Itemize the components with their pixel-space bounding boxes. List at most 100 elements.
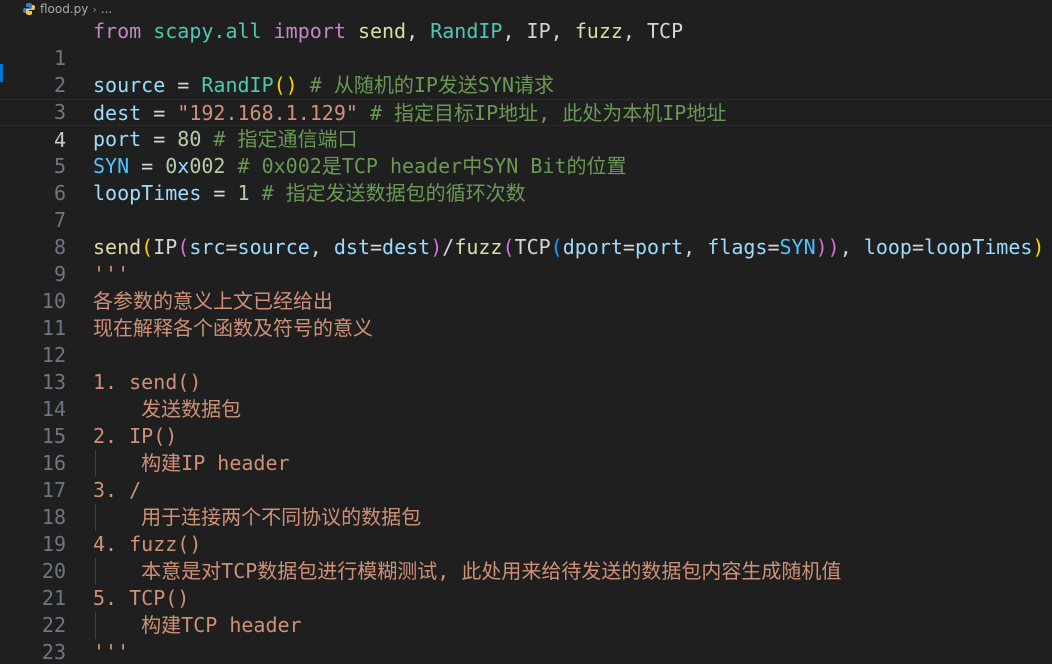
code-line-15[interactable]: 15 发送数据包: [0, 396, 1052, 477]
token-keyword: import: [273, 19, 346, 43]
token-comment: # 0x002是TCP header中SYN Bit的位置: [225, 154, 627, 178]
token-class: IP: [526, 19, 551, 43]
code-line-10[interactable]: 10 ''': [0, 261, 1052, 313]
token-comment: # 指定目标IP地址, 此处为本机IP地址: [357, 101, 727, 125]
chevron-right-icon: ›: [92, 2, 97, 16]
line-content: 用于连接两个不同协议的数据包: [93, 505, 422, 529]
code-editor[interactable]: 1 from scapy.all import send, RandIP, IP…: [0, 18, 1052, 664]
line-content: source = RandIP() # 从随机的IP发送SYN请求: [93, 72, 554, 99]
token-operator: =: [141, 127, 178, 151]
code-line-8[interactable]: 8: [0, 207, 1052, 259]
token-number: 80: [177, 127, 202, 151]
token-param: flags: [707, 235, 768, 259]
code-line-14[interactable]: 14 1. send(): [0, 369, 1052, 421]
token-bracket: (): [273, 73, 298, 97]
token-comment: # 指定发送数据包的循环次数: [249, 181, 526, 205]
line-content: 4. fuzz(): [93, 532, 202, 556]
token-operator: =: [767, 235, 780, 259]
line-content: 5. TCP(): [93, 586, 190, 610]
token-variable: dest: [93, 101, 142, 125]
token-number: 1: [237, 181, 250, 205]
code-line-24[interactable]: 24 ''': [0, 639, 1052, 664]
token-punct: ,: [683, 235, 708, 259]
token-number: 002: [189, 154, 226, 178]
token-param: dport: [562, 235, 623, 259]
code-line-23[interactable]: 23 构建TCP header: [0, 612, 1052, 664]
token-operator: =: [622, 235, 635, 259]
token-bracket: ): [430, 235, 443, 259]
code-line-12[interactable]: 12 现在解释各个函数及符号的意义: [0, 315, 1052, 367]
line-content: 发送数据包: [93, 397, 242, 421]
line-content: dest = "192.168.1.129" # 指定目标IP地址, 此处为本机…: [93, 100, 726, 127]
line-content: send(IP(src=source, dst=dest)/fuzz(TCP(d…: [93, 234, 1044, 261]
line-content: from scapy.all import send, RandIP, IP, …: [93, 18, 683, 45]
token-variable: dest: [382, 235, 431, 259]
token-class: RandIP: [430, 19, 503, 43]
token-operator: =: [225, 235, 238, 259]
line-content: 1. send(): [93, 370, 202, 394]
token-function: send: [357, 19, 407, 43]
token-module: scapy.all: [153, 19, 262, 43]
line-content: 本意是对TCP数据包进行模糊测试, 此处用来给待发送的数据包内容生成随机值: [93, 559, 842, 583]
token-punct: ,: [839, 235, 864, 259]
line-content: 各参数的意义上文已经给出: [93, 289, 333, 313]
token-operator: =: [911, 235, 925, 259]
code-line-3[interactable]: 3 source = RandIP() # 从随机的IP发送SYN请求: [0, 72, 1052, 124]
line-content: ''': [93, 640, 130, 664]
code-line-18[interactable]: 18 3. /: [0, 477, 1052, 529]
line-content: ''': [93, 262, 130, 286]
breadcrumb-file[interactable]: flood.py: [40, 2, 88, 16]
token-operator: =: [141, 101, 178, 125]
token-operator: /: [442, 235, 455, 259]
token-variable: source: [237, 235, 310, 259]
code-line-9[interactable]: 9 send(IP(src=source, dst=dest)/fuzz(TCP…: [0, 234, 1052, 286]
token-punct: ,: [502, 19, 527, 43]
token-bracket: (: [502, 235, 515, 259]
token-variable: port: [634, 235, 684, 259]
token-operator: =: [129, 154, 166, 178]
code-line-1[interactable]: 1 from scapy.all import send, RandIP, IP…: [0, 18, 1052, 70]
code-line-20[interactable]: 20 4. fuzz(): [0, 531, 1052, 583]
token-punct: ,: [309, 235, 334, 259]
token-bracket: (: [141, 235, 154, 259]
code-line-4[interactable]: 4 dest = "192.168.1.129" # 指定目标IP地址, 此处为…: [0, 99, 1052, 152]
code-line-7[interactable]: 7 loopTimes = 1 # 指定发送数据包的循环次数: [0, 180, 1052, 232]
token-operator: =: [370, 235, 383, 259]
line-content: 3. /: [93, 478, 142, 502]
token-comment: # 指定通信端口: [201, 127, 358, 151]
token-variable: loopTimes: [93, 181, 202, 205]
code-line-2[interactable]: 2: [0, 45, 1052, 97]
token-bracket: ): [1032, 235, 1045, 259]
token-keyword: from: [93, 19, 142, 43]
token-operator: =: [165, 73, 202, 97]
token-bracket: (: [550, 235, 563, 259]
line-content: 2. IP(): [93, 424, 178, 448]
code-line-11[interactable]: 11 各参数的意义上文已经给出: [0, 288, 1052, 340]
line-content: port = 80 # 指定通信端口: [93, 126, 358, 153]
code-line-19[interactable]: 19 用于连接两个不同协议的数据包: [0, 504, 1052, 585]
breadcrumb-more[interactable]: ...: [101, 2, 112, 16]
token-hex-prefix: x: [177, 154, 190, 178]
token-class: TCP: [647, 19, 684, 43]
token-constant: SYN: [93, 154, 130, 178]
token-string: "192.168.1.129": [177, 101, 358, 125]
code-line-6[interactable]: 6 SYN = 0x002 # 0x002是TCP header中SYN Bit…: [0, 153, 1052, 205]
token-function: send: [93, 235, 142, 259]
token-variable: port: [93, 127, 142, 151]
code-line-5[interactable]: 5 port = 80 # 指定通信端口: [0, 126, 1052, 178]
code-line-16[interactable]: 16 2. IP(): [0, 423, 1052, 475]
code-line-13[interactable]: 13: [0, 342, 1052, 394]
code-line-17[interactable]: 17 构建IP header: [0, 450, 1052, 531]
token-bracket: (: [177, 235, 190, 259]
token-param: loop: [863, 235, 912, 259]
token-param: src: [189, 235, 226, 259]
code-line-21[interactable]: 21 本意是对TCP数据包进行模糊测试, 此处用来给待发送的数据包内容生成随机值: [0, 558, 1052, 639]
token-punct: ,: [406, 19, 431, 43]
token-class: IP: [153, 235, 178, 259]
line-content: loopTimes = 1 # 指定发送数据包的循环次数: [93, 180, 526, 207]
breadcrumb: flood.py › ...: [0, 0, 1052, 18]
token-constant: SYN: [779, 235, 816, 259]
code-line-22[interactable]: 22 5. TCP(): [0, 585, 1052, 637]
token-variable: source: [93, 73, 166, 97]
line-content: 现在解释各个函数及符号的意义: [93, 316, 373, 340]
